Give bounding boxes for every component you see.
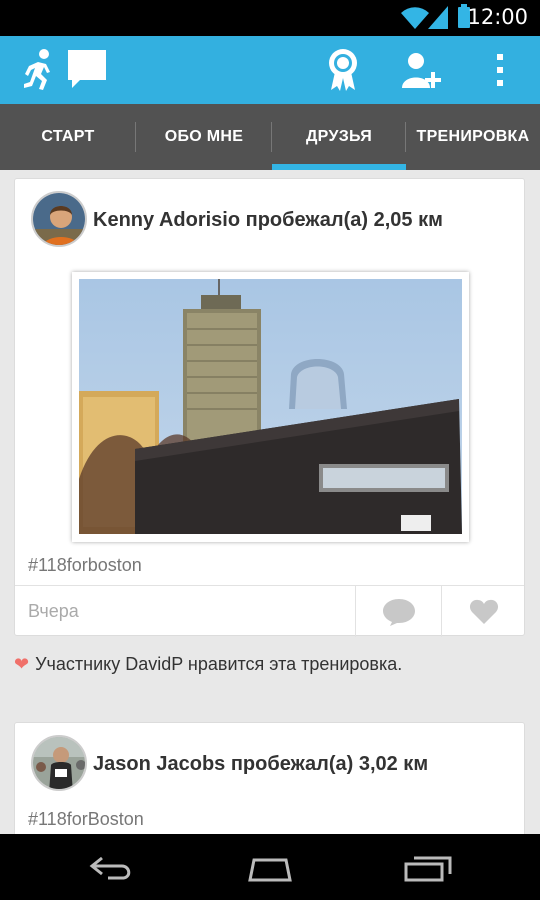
activity-card[interactable]: Jason Jacobs пробежал(а) 3,02 км #118for…: [14, 722, 525, 834]
friends-feed[interactable]: Kenny Adorisio пробежал(а) 2,05 км #118f…: [0, 170, 540, 834]
overflow-menu-icon[interactable]: [493, 52, 507, 88]
activity-photo[interactable]: [72, 272, 469, 542]
activity-date: Вчера: [28, 601, 79, 621]
tab-friends[interactable]: ДРУЗЬЯ: [272, 104, 406, 170]
activity-hashtag: #118forboston: [28, 555, 142, 575]
avatar[interactable]: [31, 191, 87, 247]
chat-bubble-icon[interactable]: [66, 48, 108, 90]
tab-label: ТРЕНИРОВКА: [416, 128, 530, 145]
status-bar: 12:00: [0, 0, 540, 36]
system-nav-bar: [0, 834, 540, 900]
clock: 12:00: [467, 5, 528, 29]
avatar[interactable]: [31, 735, 87, 791]
activity-card[interactable]: Kenny Adorisio пробежал(а) 2,05 км #118f…: [14, 178, 526, 637]
heart-icon: [469, 599, 499, 624]
photo-image: [79, 279, 462, 534]
comment-button[interactable]: [355, 586, 441, 637]
card-actions: Вчера: [15, 585, 526, 637]
tab-workout[interactable]: ТРЕНИРОВКА: [406, 104, 540, 170]
add-friend-icon[interactable]: [402, 52, 444, 90]
comment-icon: [382, 598, 415, 626]
wifi-icon: [401, 7, 429, 30]
heart-icon: ❤: [14, 654, 30, 674]
tab-bar: СТАРТ ОБО МНЕ ДРУЗЬЯ ТРЕНИРОВКА: [0, 104, 540, 170]
achievement-ribbon-icon[interactable]: [326, 48, 360, 92]
tab-about-me[interactable]: ОБО МНЕ: [136, 104, 272, 170]
runner-logo-icon[interactable]: [20, 48, 56, 92]
app-bar: [0, 36, 540, 104]
tab-label: ДРУЗЬЯ: [305, 128, 373, 145]
back-icon[interactable]: [88, 854, 136, 882]
like-notice: ❤ Участнику DavidP нравится эта тренировк…: [14, 654, 402, 675]
activity-title: Jason Jacobs пробежал(а) 3,02 км: [93, 753, 429, 775]
activity-title: Kenny Adorisio пробежал(а) 2,05 км: [93, 209, 443, 231]
like-notice-text: Участнику DavidP нравится эта тренировка…: [35, 654, 403, 674]
recent-apps-icon[interactable]: [404, 854, 454, 882]
signal-icon: [428, 6, 448, 29]
activity-hashtag: #118forBoston: [28, 809, 144, 829]
like-button[interactable]: [441, 586, 526, 637]
tab-start[interactable]: СТАРТ: [0, 104, 136, 170]
tab-label: СТАРТ: [41, 128, 95, 145]
tab-label: ОБО МНЕ: [164, 128, 244, 145]
home-icon[interactable]: [244, 854, 296, 882]
